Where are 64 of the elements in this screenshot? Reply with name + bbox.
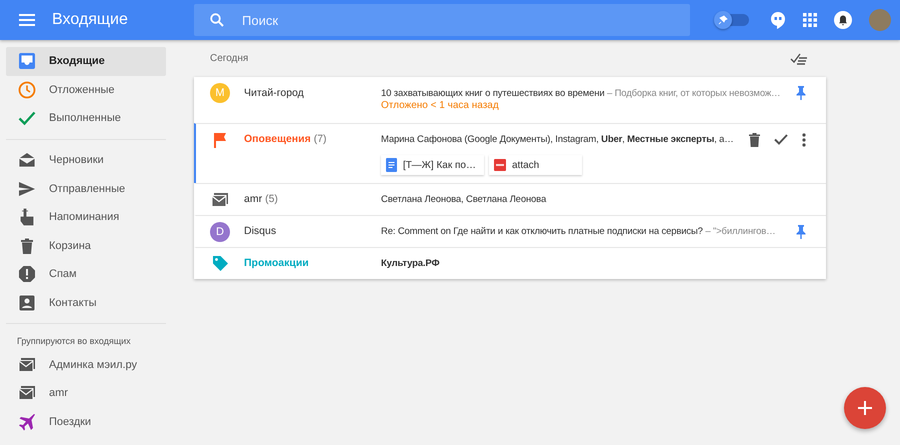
pin-toggle[interactable] — [716, 14, 749, 26]
sidebar-item[interactable]: Корзина — [6, 232, 166, 260]
message-row[interactable]: M Читай-город 10 захватывающих книг о путешествиях во времени – Подборка книг, от которых невозмож… Отложено < 1 часа назад — [194, 77, 826, 123]
more-icon[interactable] — [802, 132, 806, 146]
search-icon — [210, 13, 224, 27]
document-icon — [386, 158, 397, 172]
message-subject: 10 захватывающих книг о путешествиях во времени – Подборка книг, от которых невозмож… — [381, 88, 780, 98]
sender-avatar: M — [210, 83, 230, 103]
envelope-open-icon — [18, 151, 36, 170]
sender-name: Промоакции — [244, 256, 310, 271]
sidebar-item[interactable]: amr — [6, 378, 166, 408]
message-subject: Re: Comment on Где найти и как отключить платные подписки на сервисы? – ">биллингов… — [381, 226, 776, 237]
clock-icon — [18, 80, 36, 99]
sidebar-item[interactable]: Поездки — [6, 408, 166, 436]
trash-icon[interactable] — [749, 132, 760, 146]
notifications-icon[interactable] — [834, 11, 852, 29]
sender-name: amr (5) — [244, 192, 279, 207]
sidebar-item[interactable]: Админка мэил.ру — [6, 350, 166, 379]
pdf-icon — [494, 159, 506, 171]
message-subject: Светлана Леонова, Светлана Леонова — [381, 194, 546, 205]
check-icon[interactable] — [774, 134, 788, 145]
apps-grid-icon[interactable] — [803, 13, 817, 27]
sender-name: Читай-город — [244, 86, 305, 101]
message-row[interactable]: Промоакции Культура.РФ — [194, 247, 826, 279]
sender-name: Disqus — [244, 224, 278, 239]
check-icon — [18, 109, 36, 128]
message-subject: Культура.РФ — [381, 258, 440, 269]
sender-name: Оповещения (7) — [244, 132, 328, 147]
sidebar-item[interactable]: Контакты — [6, 288, 166, 318]
sidebar-item[interactable]: Напоминания — [6, 202, 166, 232]
pointing-hand-icon — [18, 208, 36, 226]
snooze-note: Отложено < 1 часа назад — [381, 100, 500, 111]
airplane-icon — [18, 412, 36, 431]
envelope-stack-icon — [18, 356, 36, 374]
menu-icon[interactable] — [19, 14, 35, 26]
sidebar-item[interactable]: Входящие — [6, 47, 166, 76]
message-row[interactable]: amr (5) Светлана Леонова, Светлана Леонова — [194, 183, 826, 215]
sidebar-item[interactable]: Отправленные — [6, 174, 166, 203]
message-subject: Марина Сафонова (Google Документы), Instagram, Uber, Местные эксперты, а… — [381, 134, 734, 145]
search-field[interactable]: Поиск — [194, 4, 690, 36]
chat-bubble-icon[interactable] — [770, 11, 786, 29]
sidebar-item[interactable]: Черновики — [6, 146, 166, 174]
contact-card-icon — [18, 294, 36, 312]
sidebar-item[interactable]: Отложенные — [6, 76, 166, 104]
page-title: Входящие — [52, 11, 129, 29]
pin-icon — [718, 15, 728, 25]
pin-icon[interactable] — [796, 86, 806, 100]
plus-icon — [858, 401, 872, 415]
sender-avatar: D — [210, 222, 230, 242]
section-heading: Сегодня — [210, 53, 248, 64]
pin-icon[interactable] — [796, 224, 806, 238]
trash-icon — [18, 236, 36, 255]
inbox-icon — [18, 52, 36, 70]
compose-button[interactable] — [844, 387, 886, 429]
sweep-done-icon[interactable] — [790, 52, 808, 64]
sidebar-item[interactable]: Спам — [6, 260, 166, 289]
sidebar-section-heading: Группируются во входящих — [16, 335, 132, 348]
sidebar-item[interactable]: Выполненные — [6, 104, 166, 133]
send-icon — [18, 180, 36, 198]
message-row[interactable]: Оповещения (7) Марина Сафонова (Google Документы), Instagram, Uber, Местные эксперты, а… [Т—Ж] Как по… attach — [194, 123, 826, 183]
exclamation-icon — [18, 265, 36, 284]
attachment-chip[interactable]: [Т—Ж] Как по… — [381, 155, 484, 175]
message-row[interactable]: D Disqus Re: Comment on Где найти и как отключить платные подписки на сервисы? – ">биллингов… — [194, 215, 826, 247]
attachment-chip[interactable]: attach — [488, 155, 582, 175]
